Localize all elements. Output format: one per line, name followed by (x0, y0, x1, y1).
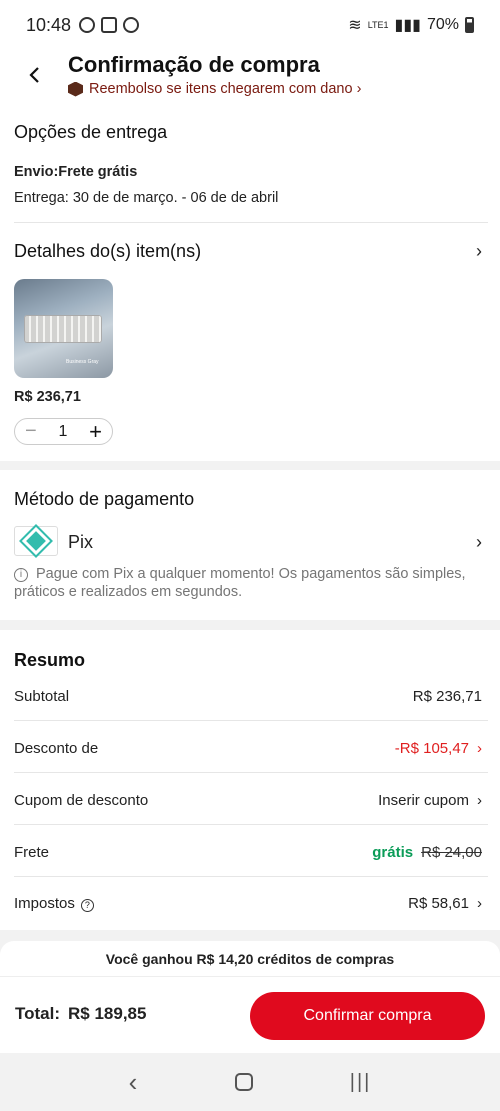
total-label: Total: (15, 1004, 61, 1023)
increase-quantity-button[interactable]: + (89, 419, 102, 445)
status-bar: 10:48 ≋ LTE1 ▮▮▮ 70% (0, 0, 500, 50)
chevron-right-icon[interactable]: › (477, 740, 482, 757)
quantity-value: 1 (58, 422, 68, 440)
chevron-right-icon[interactable]: › (477, 792, 482, 809)
delivery-title: Opções de entrega (14, 122, 168, 142)
items-title[interactable]: Detalhes do(s) item(ns) (14, 241, 201, 262)
items-chevron-right-icon[interactable]: › (476, 241, 482, 262)
shipping-free-value: grátis (372, 843, 414, 861)
total: Total: R$ 189,85 (15, 1004, 146, 1024)
taxes-label: Impostos? (14, 895, 94, 912)
back-button[interactable] (22, 60, 46, 90)
payment-info-text: Pague com Pix a qualquer momento! Os pag… (14, 566, 466, 600)
delivery-items-section: Opções de entrega Envio:Frete grátis Ent… (0, 110, 500, 461)
coupon-label: Cupom de desconto (14, 791, 149, 809)
nav-home-icon[interactable] (234, 1073, 253, 1091)
page-header: Confirmação de compra Reembolso se itens… (0, 50, 500, 110)
discount-label: Desconto de (14, 739, 99, 757)
wifi-icon: ≋ (348, 17, 362, 34)
chevron-right-icon[interactable]: › (477, 895, 482, 912)
credit-banner: Você ganhou R$ 14,20 créditos de compras (0, 941, 500, 977)
status-time: 10:48 (26, 14, 72, 35)
shipping-old-value: R$ 24,00 (421, 843, 482, 861)
chevron-left-icon (29, 67, 39, 83)
subtotal-label: Subtotal (14, 687, 70, 705)
item-price: R$ 236,71 (14, 389, 81, 405)
pix-logo[interactable] (14, 526, 58, 556)
summary-row-coupon[interactable]: Cupom de desconto Inserir cupom › (14, 789, 482, 811)
battery-percent: 70% (426, 16, 459, 33)
nav-back-icon[interactable]: ‹ (129, 1067, 138, 1098)
page-title: Confirmação de compra (68, 52, 320, 77)
discount-value: -R$ 105,47 (394, 739, 469, 757)
divider (14, 222, 488, 223)
refund-text: Reembolso se itens chegarem com dano › (89, 81, 362, 97)
summary-row-discount[interactable]: Desconto de -R$ 105,47 › (14, 737, 482, 759)
package-icon (68, 81, 83, 97)
info-icon: i (14, 568, 28, 582)
keyboard-image (24, 315, 102, 343)
shipping-text: Envio:Frete grátis (14, 164, 138, 180)
summary-title: Resumo (14, 650, 86, 670)
network-label: LTE1 (367, 20, 389, 30)
payment-title: Método de pagamento (14, 489, 195, 509)
quantity-stepper[interactable]: − 1 + (14, 418, 113, 445)
summary-row-subtotal: Subtotal R$ 236,71 (14, 685, 482, 707)
refund-banner[interactable]: Reembolso se itens chegarem com dano › (68, 81, 361, 97)
status-icons (79, 17, 140, 33)
summary-section: Resumo Subtotal R$ 236,71 Desconto de -R… (0, 630, 500, 930)
shipping-label: Frete (14, 843, 50, 861)
divider (14, 824, 488, 825)
decrease-quantity-button[interactable]: − (25, 420, 37, 443)
summary-row-taxes[interactable]: Impostos? R$ 58,61 › (14, 892, 482, 914)
divider (14, 720, 488, 721)
summary-row-shipping: Frete grátis R$ 24,00 (14, 841, 482, 863)
pix-icon (26, 531, 46, 551)
check-circle-icon (79, 17, 96, 33)
help-icon[interactable]: ? (80, 898, 94, 912)
divider (14, 772, 488, 773)
cassette-icon (101, 17, 118, 33)
nav-recent-apps-icon[interactable]: ||| (350, 1071, 372, 1094)
payment-info: i Pague com Pix a qualquer momento! Os pa… (14, 565, 484, 601)
payment-method-label[interactable]: Pix (68, 532, 93, 553)
product-image[interactable]: Business Gray (14, 279, 113, 378)
divider (14, 876, 488, 877)
tag-icon (123, 17, 140, 33)
confirm-purchase-button[interactable]: Confirmar compra (250, 992, 485, 1040)
battery-icon (465, 17, 474, 33)
taxes-value: R$ 58,61 (408, 894, 469, 912)
total-value: R$ 189,85 (68, 1004, 147, 1023)
status-right: ≋ LTE1 ▮▮▮ 70% (348, 15, 474, 35)
signal-icon: ▮▮▮ (394, 17, 421, 34)
coupon-value[interactable]: Inserir cupom (378, 792, 469, 809)
payment-chevron-right-icon[interactable]: › (476, 532, 482, 553)
system-nav-bar: ‹ ||| (0, 1053, 500, 1111)
checkout-bar: Você ganhou R$ 14,20 créditos de compras… (0, 941, 500, 1053)
product-image-caption: Business Gray (66, 359, 99, 365)
delivery-estimate: Entrega: 30 de de março. - 06 de de abri… (14, 190, 279, 206)
subtotal-value: R$ 236,71 (412, 687, 482, 705)
